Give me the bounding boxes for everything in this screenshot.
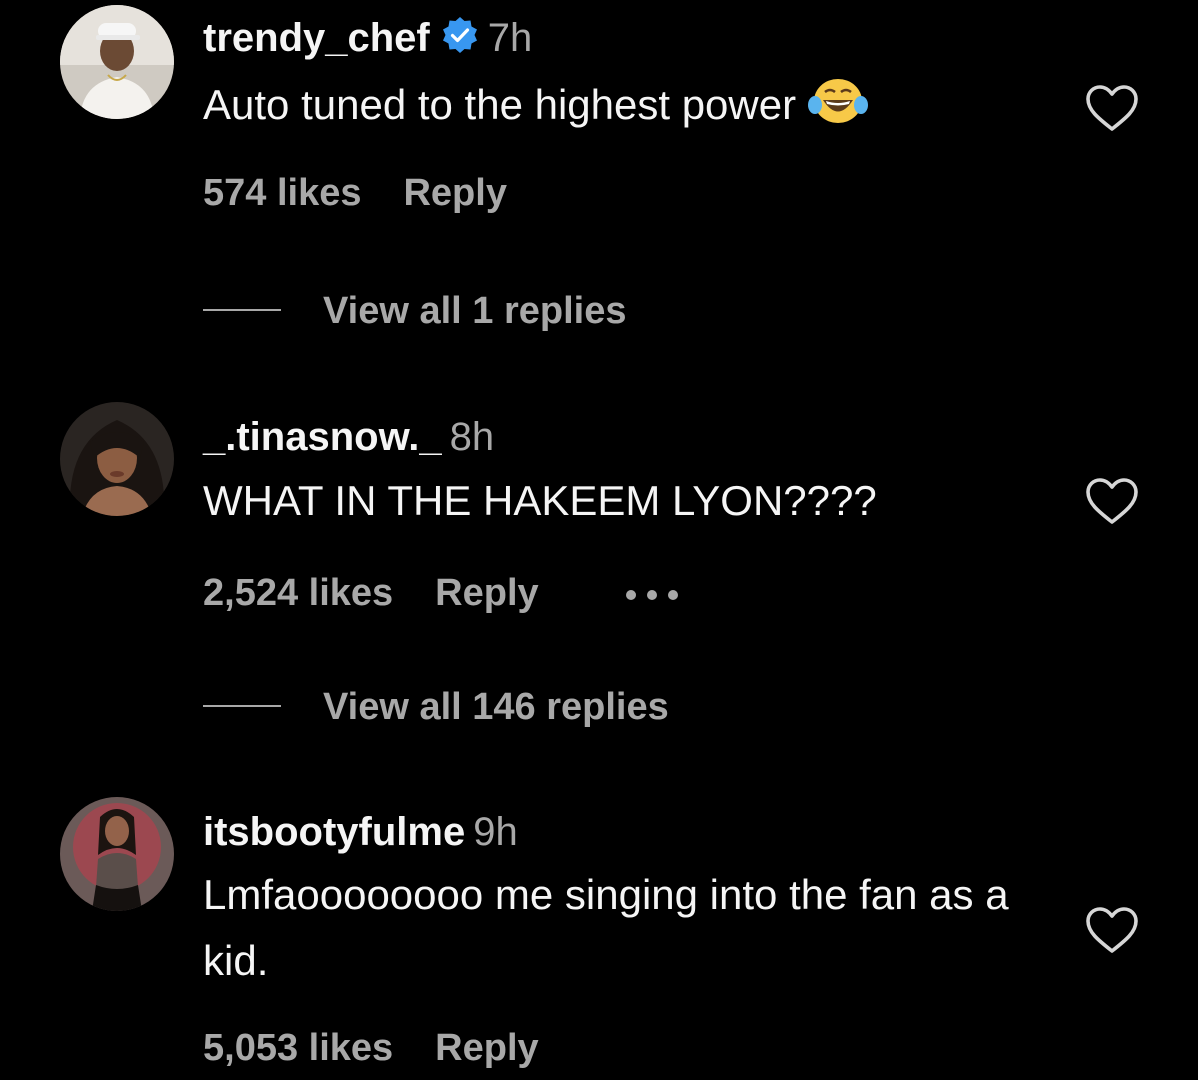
reply-button[interactable]: Reply	[403, 172, 506, 214]
like-heart-icon[interactable]	[1084, 83, 1140, 133]
verified-badge-icon	[440, 15, 480, 66]
comment-actions: 574 likes Reply	[203, 170, 507, 216]
avatar[interactable]	[60, 797, 174, 911]
comment-header: itsbootyfulme 9h	[203, 808, 518, 856]
reply-button[interactable]: Reply	[435, 572, 538, 614]
reply-button[interactable]: Reply	[435, 1027, 538, 1069]
username[interactable]: _.tinasnow._	[203, 415, 442, 459]
replies-divider	[203, 309, 281, 311]
likes-count[interactable]: 5,053 likes	[203, 1027, 393, 1069]
ellipsis-icon[interactable]	[625, 566, 679, 612]
view-replies-button[interactable]: View all 1 replies	[203, 288, 626, 334]
comment-body: Lmfaoooooooo me singing into the fan as …	[203, 862, 1023, 994]
like-heart-icon[interactable]	[1084, 476, 1140, 526]
replies-divider	[203, 705, 281, 707]
comment-body: WHAT IN THE HAKEEM LYON????	[203, 468, 1063, 534]
likes-count[interactable]: 574 likes	[203, 172, 361, 214]
face-with-tears-of-joy-icon	[808, 75, 869, 146]
comment-actions: 2,524 likes Reply	[203, 566, 679, 616]
comment-header: _.tinasnow._ 8h	[203, 413, 494, 461]
timestamp: 8h	[449, 415, 495, 459]
comment-text: Auto tuned to the highest power	[203, 81, 797, 128]
like-heart-icon[interactable]	[1084, 905, 1140, 955]
view-replies-label: View all 146 replies	[323, 686, 669, 728]
comment-text: WHAT IN THE HAKEEM LYON????	[203, 477, 877, 524]
avatar[interactable]	[60, 402, 174, 516]
view-replies-button[interactable]: View all 146 replies	[203, 684, 669, 730]
view-replies-label: View all 1 replies	[323, 290, 627, 332]
timestamp: 7h	[487, 16, 533, 60]
comment-actions: 5,053 likes Reply	[203, 1025, 539, 1071]
avatar[interactable]	[60, 5, 174, 119]
comment-header: trendy_chef 7h	[203, 14, 532, 66]
username[interactable]: trendy_chef	[203, 16, 430, 60]
comment-text: Lmfaoooooooo me singing into the fan as …	[203, 871, 1009, 984]
comment-body: Auto tuned to the highest power	[203, 72, 1063, 146]
username[interactable]: itsbootyfulme	[203, 810, 465, 854]
timestamp: 9h	[473, 810, 518, 854]
likes-count[interactable]: 2,524 likes	[203, 572, 393, 614]
